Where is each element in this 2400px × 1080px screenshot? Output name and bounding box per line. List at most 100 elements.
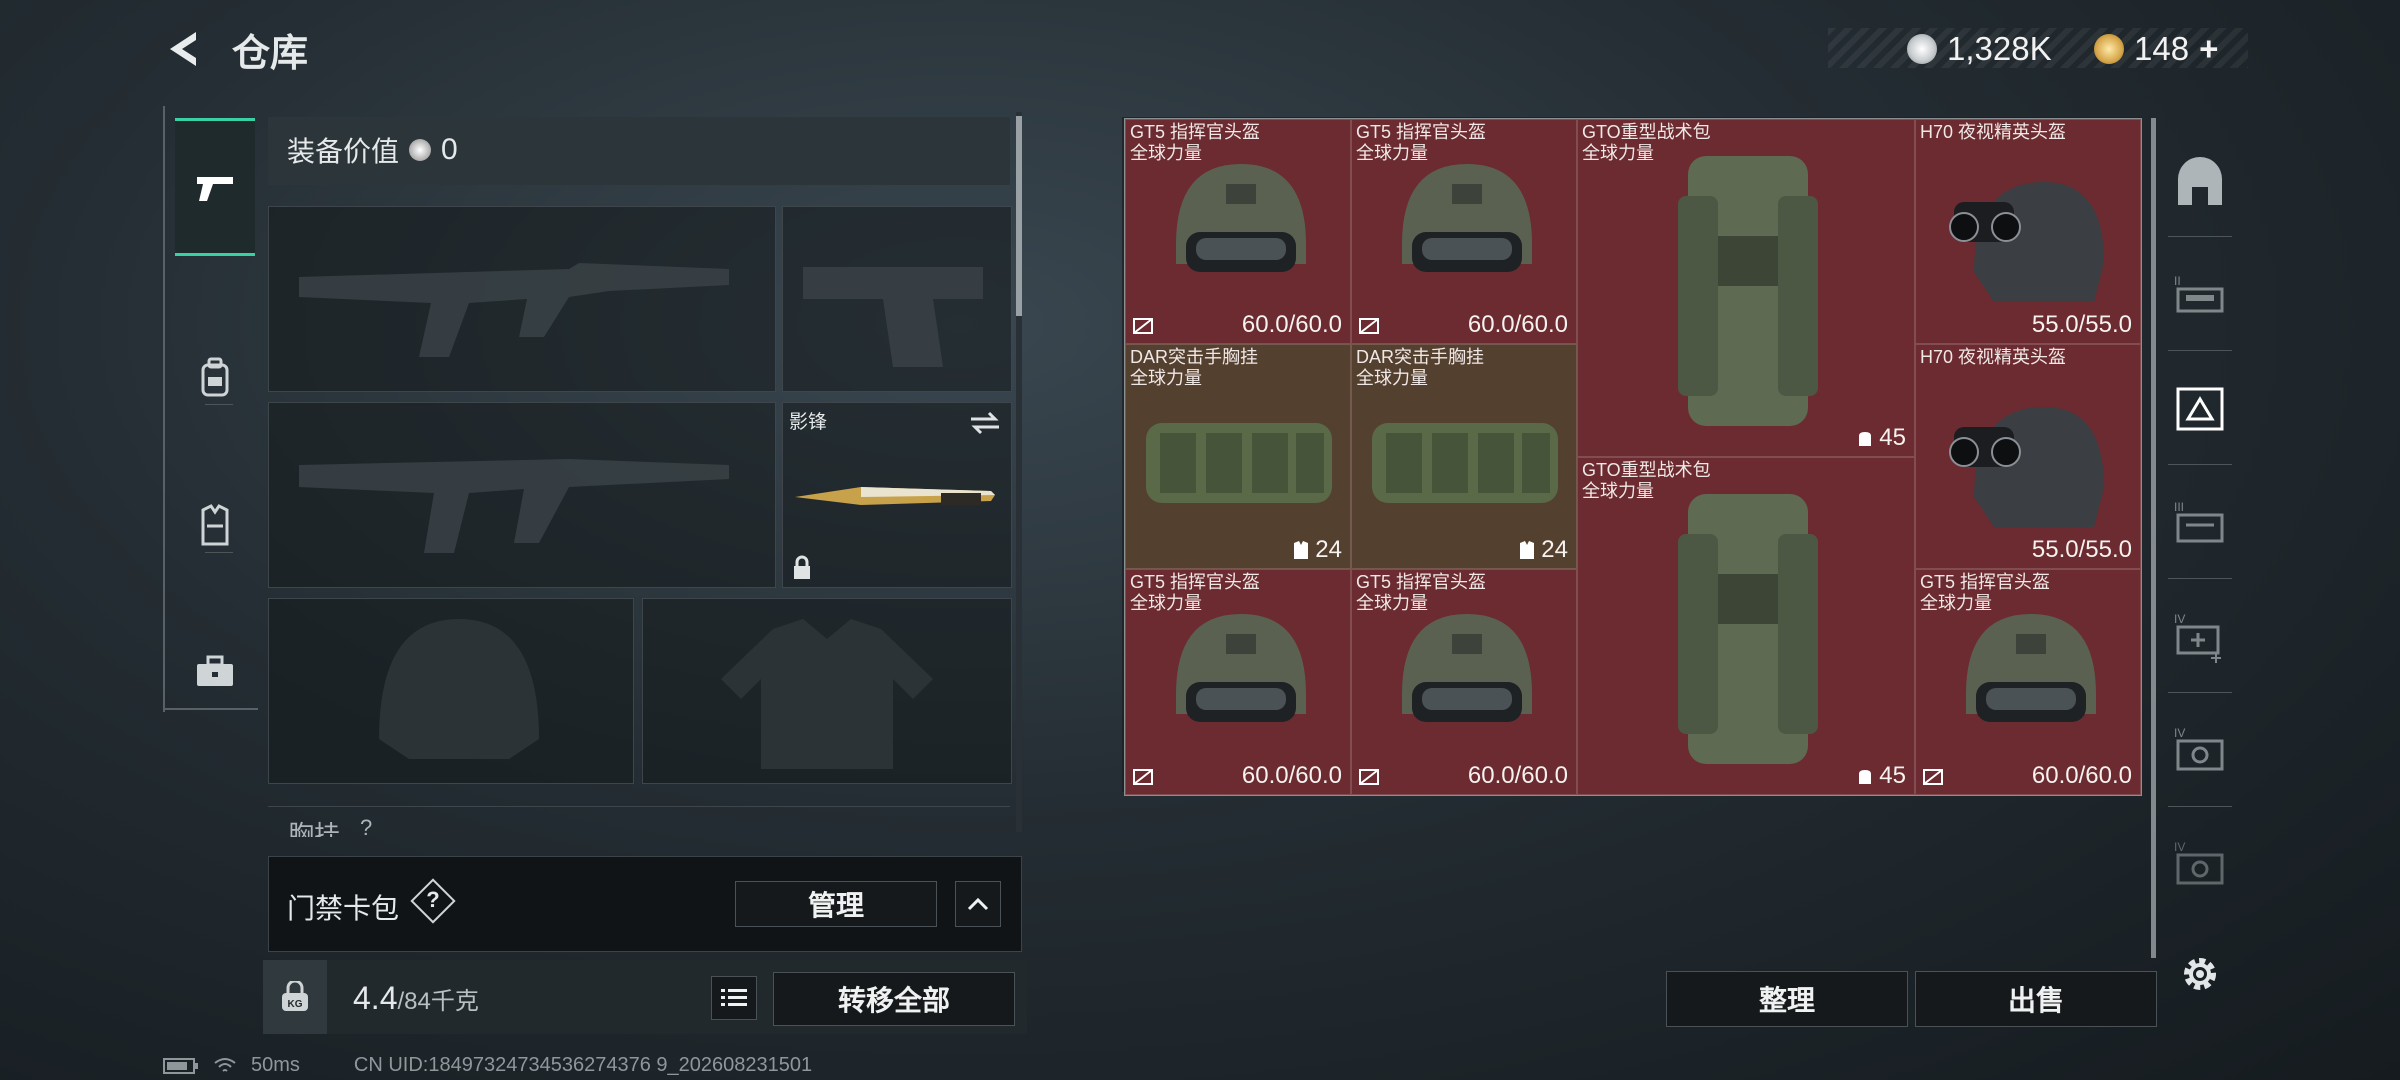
backpack-item-icon (1678, 494, 1818, 764)
stash-item[interactable]: GT5 指挥官头盔 全球力量 60.0/60.0 (1351, 569, 1577, 795)
rail-item-case[interactable] (175, 606, 255, 738)
back-arrow-icon[interactable] (160, 26, 206, 72)
stash-item[interactable]: GT5 指挥官头盔 全球力量 60.0/60.0 (1125, 569, 1351, 795)
nvg-helmet-item-icon (1949, 182, 2104, 302)
helmet-item-icon (1176, 614, 1306, 722)
equipment-category-rail (163, 106, 258, 712)
secondary-weapon-slot[interactable] (268, 402, 776, 588)
vault-icon (2178, 157, 2222, 205)
stash-item[interactable]: GTO重型战术包 全球力量 45 (1577, 119, 1915, 457)
vest-icon (201, 504, 229, 546)
body-armor-slot[interactable] (642, 598, 1012, 784)
coin-amount: 1,328K (1947, 30, 2052, 67)
stash-item[interactable]: GT5 指挥官头盔 全球力量 60.0/60.0 (1351, 119, 1577, 344)
currency-coins: 1,328K (1907, 30, 2052, 68)
chest-rig-slot[interactable]: 胸挂 ? (268, 806, 1010, 837)
melee-slot[interactable]: 影锋 (782, 402, 1012, 588)
stash-tab-iii[interactable]: III (2168, 490, 2232, 554)
pistol-silhouette-icon (803, 267, 983, 367)
list-icon (721, 989, 747, 1006)
item-durability: 60.0/60.0 (1241, 311, 1342, 338)
coin-icon (1907, 34, 1937, 64)
vest-small-icon (1294, 541, 1309, 559)
item-subtitle: 全球力量 (1130, 368, 1202, 388)
stash-tab-iv-b[interactable]: IV (2168, 832, 2232, 896)
lock-icon (794, 555, 810, 579)
weight-bar: KG 4.4 /84千克 转移全部 (263, 960, 1027, 1034)
stash-active-icon (2176, 387, 2224, 431)
manage-button[interactable]: 管理 (735, 881, 937, 927)
stash-item[interactable]: GT5 指挥官头盔 全球力量 60.0/60.0 (1915, 569, 2141, 795)
melee-name: 影锋 (789, 412, 828, 433)
item-durability: 60.0/60.0 (2031, 762, 2132, 789)
transfer-all-button[interactable]: 转移全部 (773, 972, 1015, 1026)
gear-icon (2184, 958, 2216, 990)
stash-scrollbar[interactable] (2151, 118, 2156, 958)
stash-item[interactable]: H70 夜视精英头盔 55.0/55.0 (1915, 119, 2141, 344)
weight-current: 4.4 (353, 980, 398, 1016)
svg-text:KG: KG (288, 999, 303, 1010)
svg-text:IV: IV (2174, 612, 2185, 626)
stash-iii-icon: III (2174, 500, 2224, 543)
stash-item[interactable]: H70 夜视精英头盔 55.0/55.0 (1915, 344, 2141, 569)
item-name-block: H70 夜视精英头盔 (1920, 347, 2066, 368)
item-durability: 55.0/55.0 (2031, 536, 2132, 563)
rifle-silhouette-icon (299, 459, 729, 553)
stash-tab-active[interactable] (2168, 376, 2232, 440)
bag-icon (1859, 770, 1872, 784)
item-name-block: DAR突击手胸挂 全球力量 (1130, 347, 1258, 389)
item-name: H70 夜视精英头盔 (1920, 122, 2067, 142)
status-bar: 50ms CN UID:18497324734536274376 9_20260… (163, 1054, 812, 1077)
sell-button[interactable]: 出售 (1915, 971, 2157, 1027)
item-name: GT5 指挥官头盔 (1920, 572, 2051, 592)
equipment-value-label: 装备价值 (287, 136, 400, 167)
premium-token-icon (2094, 34, 2124, 64)
durability-icon (1133, 318, 1153, 334)
weight-icon-box: KG (263, 960, 327, 1034)
vest-small-icon (1520, 541, 1535, 559)
stash-tab-ii[interactable]: II (2168, 262, 2232, 326)
currency-premium[interactable]: 148 + (2094, 30, 2218, 68)
settings-button[interactable] (2168, 942, 2232, 1006)
helmet-item-icon (1966, 614, 2096, 722)
rail-item-backpack[interactable] (175, 312, 255, 444)
rail-item-weapons[interactable] (175, 118, 255, 256)
svg-text:III: III (2174, 500, 2184, 514)
helmet-item-icon (1176, 164, 1306, 272)
item-capacity: 24 (1291, 536, 1342, 564)
stash-item[interactable]: DAR突击手胸挂 全球力量 24 (1125, 344, 1351, 569)
expand-button[interactable] (955, 881, 1001, 927)
sort-button[interactable]: 整理 (1666, 971, 1908, 1027)
stash-ii-icon: II (2174, 274, 2224, 313)
stash-tab-iv-a[interactable]: IV (2168, 718, 2232, 782)
svg-text:IV: IV (2174, 726, 2185, 740)
rail-item-armor[interactable] (175, 460, 255, 592)
item-capacity: 24 (1517, 536, 1568, 564)
stash-tab-home[interactable] (2168, 150, 2232, 214)
svg-text:IV: IV (2174, 840, 2185, 854)
weight-max: /84千克 (397, 988, 479, 1015)
primary-weapon-slot[interactable] (268, 206, 776, 392)
item-name: GT5 指挥官头盔 (1130, 122, 1261, 142)
durability-icon (1359, 769, 1379, 785)
helmet-slot[interactable] (268, 598, 634, 784)
stash-item[interactable]: DAR突击手胸挂 全球力量 24 (1351, 344, 1577, 569)
stash-tab-iv-add[interactable]: IV (2168, 604, 2232, 668)
add-premium-icon[interactable]: + (2199, 30, 2218, 68)
bag-icon (1859, 432, 1872, 446)
item-name: DAR突击手胸挂 (1356, 347, 1485, 367)
stash-item[interactable]: GTO重型战术包 全球力量 45 (1577, 457, 1915, 795)
wifi-icon (214, 1057, 236, 1072)
stash-item[interactable]: GT5 指挥官头盔 全球力量 60.0/60.0 (1125, 119, 1351, 344)
sidearm-slot[interactable] (782, 206, 1012, 392)
item-name: H70 夜视精英头盔 (1920, 347, 2067, 367)
kettlebell-icon: KG (282, 981, 308, 1011)
durability-icon (1133, 769, 1153, 785)
stash-category-rail: II III IV IV IV (2160, 112, 2240, 990)
list-view-button[interactable] (711, 976, 757, 1020)
equipment-scroll-thumb[interactable] (1016, 116, 1022, 316)
durability-icon (1923, 769, 1943, 785)
swap-icon[interactable] (967, 409, 1003, 437)
chest-rig-item-icon (1372, 423, 1558, 503)
keycard-pack-bar: 门禁卡包 ? 管理 (268, 856, 1022, 952)
